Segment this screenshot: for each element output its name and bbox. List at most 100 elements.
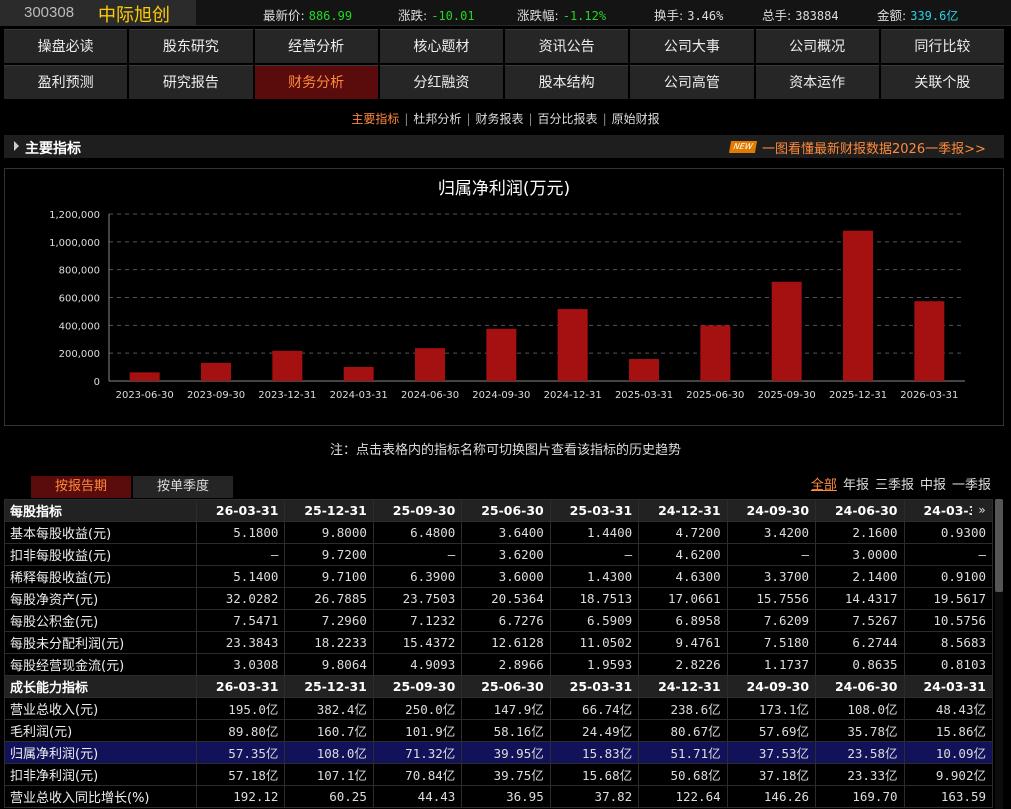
subnav-item[interactable]: 原始财报 bbox=[608, 110, 664, 127]
table-row[interactable]: 稀释每股收益(元) 5.1400 9.7100 6.3900 3.6000 1.4300 4… bbox=[4, 565, 993, 588]
chart-bar bbox=[343, 366, 374, 381]
table-row[interactable]: 营业总收入同比增长(%) 192.12 60.25 44.43 36.95 37.82 12… bbox=[4, 785, 993, 808]
indicator-value: 0.8635 bbox=[815, 653, 905, 676]
indicator-name[interactable]: 基本每股收益(元) bbox=[4, 521, 197, 544]
indicator-value: 3.0000 bbox=[815, 543, 905, 566]
table-row[interactable]: 营业总收入(元) 195.0亿 382.4亿 250.0亿 147.9亿 66.74亿 23… bbox=[4, 697, 993, 720]
nav-item[interactable]: 经营分析 bbox=[254, 29, 378, 63]
period-date: 24-06-30 bbox=[815, 499, 905, 522]
subnav-item[interactable]: 财务报表 bbox=[471, 110, 527, 127]
expand-triangle-icon[interactable] bbox=[14, 141, 19, 151]
indicator-name[interactable]: 毛利润(元) bbox=[4, 719, 197, 742]
x-tick-label: 2024-12-31 bbox=[544, 390, 602, 401]
indicator-value: 14.4317 bbox=[815, 587, 905, 610]
period-date: 26-03-31 bbox=[195, 675, 286, 698]
period-date: 25-03-31 bbox=[549, 675, 640, 698]
nav-row-1: 操盘必读 股东研究 经营分析 核心题材 资讯公告 公司大事 公司概况 同行比较 bbox=[4, 29, 1004, 63]
nav-item[interactable]: 公司概况 bbox=[755, 29, 879, 63]
indicator-name[interactable]: 扣非净利润(元) bbox=[4, 763, 197, 786]
scrollbar-thumb[interactable] bbox=[995, 499, 1003, 592]
y-tick-label: 200,000 bbox=[59, 349, 100, 360]
subnav-item[interactable]: 杜邦分析 bbox=[409, 110, 465, 127]
nav-item[interactable]: 资本运作 bbox=[755, 65, 879, 99]
indicator-name[interactable]: 营业总收入(元) bbox=[4, 697, 197, 720]
y-tick-label: 1,200,000 bbox=[49, 210, 100, 221]
nav-item[interactable]: 股本结构 bbox=[505, 65, 629, 99]
indicator-value: 15.7556 bbox=[726, 587, 817, 610]
period-tab[interactable]: 按报告期 bbox=[31, 476, 131, 498]
y-tick-label: 600,000 bbox=[59, 294, 100, 305]
table-row[interactable]: 扣非净利润(元) 57.18亿 107.1亿 70.84亿 39.75亿 15.68亿 50… bbox=[4, 763, 993, 786]
section-name: 每股指标 bbox=[4, 499, 197, 522]
filter-option[interactable]: 一季报 bbox=[952, 478, 991, 493]
filter-option[interactable]: 年报 bbox=[843, 478, 869, 493]
period-date: 24-06-30 bbox=[815, 675, 905, 698]
indicator-value: 58.16亿 bbox=[461, 719, 551, 742]
new-badge: NEW bbox=[728, 141, 758, 153]
indicator-value: 15.4372 bbox=[372, 631, 463, 654]
indicator-name[interactable]: 每股经营现金流(元) bbox=[4, 653, 197, 676]
indicator-value: 3.6200 bbox=[461, 543, 551, 566]
nav-item[interactable]: 公司大事 bbox=[630, 29, 754, 63]
indicator-name[interactable]: 营业总收入同比增长(%) bbox=[4, 785, 197, 808]
x-tick-label: 2025-09-30 bbox=[758, 390, 816, 401]
nav-item[interactable]: 财务分析 bbox=[254, 65, 378, 99]
indicator-value: 36.95 bbox=[461, 785, 551, 808]
indicator-name[interactable]: 每股净资产(元) bbox=[4, 587, 197, 610]
quote-value: -10.01 bbox=[431, 9, 475, 23]
report-promo-link[interactable]: 一图看懂最新财报数据2026一季报>> bbox=[762, 138, 986, 157]
indicator-value: 7.5267 bbox=[815, 609, 905, 632]
filter-option[interactable]: 中报 bbox=[920, 478, 946, 493]
indicator-value: 89.80亿 bbox=[195, 719, 286, 742]
x-tick-label: 2024-06-30 bbox=[401, 390, 459, 401]
indicator-name[interactable]: 每股未分配利润(元) bbox=[4, 631, 197, 654]
indicator-value: 50.68亿 bbox=[638, 763, 728, 786]
indicator-value: 0.9300 bbox=[903, 521, 993, 544]
indicator-value: 3.6400 bbox=[461, 521, 551, 544]
indicator-value: 238.6亿 bbox=[638, 697, 728, 720]
nav-item[interactable]: 公司高管 bbox=[630, 65, 754, 99]
indicator-name[interactable]: 归属净利润(元) bbox=[4, 741, 197, 764]
table-row[interactable]: 归属净利润(元) 57.35亿 108.0亿 71.32亿 39.95亿 15.83亿 51… bbox=[4, 741, 993, 764]
nav-item[interactable]: 分红融资 bbox=[379, 65, 503, 99]
indicator-name[interactable]: 每股公积金(元) bbox=[4, 609, 197, 632]
nav-item[interactable]: 研究报告 bbox=[129, 65, 253, 99]
table-row[interactable]: 基本每股收益(元) 5.1800 9.8000 6.4800 3.6400 1.4400 4… bbox=[4, 521, 993, 544]
indicator-name[interactable]: 扣非每股收益(元) bbox=[4, 543, 197, 566]
indicator-value: 26.7885 bbox=[284, 587, 374, 610]
period-tab[interactable]: 按单季度 bbox=[133, 476, 233, 498]
nav-item[interactable]: 关联个股 bbox=[880, 65, 1004, 99]
nav-item[interactable]: 同行比较 bbox=[880, 29, 1004, 63]
filter-option[interactable]: 全部 bbox=[811, 478, 837, 493]
indicator-value: 147.9亿 bbox=[461, 697, 551, 720]
nav-item[interactable]: 操盘必读 bbox=[4, 29, 128, 63]
table-row[interactable]: 每股经营现金流(元) 3.0308 9.8064 4.9093 2.8966 1.9593… bbox=[4, 653, 993, 676]
indicator-name[interactable]: 稀释每股收益(元) bbox=[4, 565, 197, 588]
table-row[interactable]: 每股净资产(元) 32.0282 26.7885 23.7503 20.5364 18.7… bbox=[4, 587, 993, 610]
report-filter: 全部 年报 三季报 中报 一季报 bbox=[805, 474, 991, 493]
more-columns-icon[interactable]: » bbox=[972, 500, 992, 520]
table-row[interactable]: 毛利润(元) 89.80亿 160.7亿 101.9亿 58.16亿 24.49亿 80.6… bbox=[4, 719, 993, 742]
chart-bar bbox=[486, 328, 517, 381]
subnav-item[interactable]: 百分比报表 bbox=[534, 110, 602, 127]
table-row[interactable]: 每股公积金(元) 7.5471 7.2960 7.1232 6.7276 6.5909 6.… bbox=[4, 609, 993, 632]
scrollbar[interactable] bbox=[995, 499, 1003, 809]
indicator-value: 24.49亿 bbox=[549, 719, 640, 742]
x-tick-label: 2023-12-31 bbox=[258, 390, 316, 401]
nav-item[interactable]: 资讯公告 bbox=[505, 29, 629, 63]
period-date: 25-09-30 bbox=[372, 675, 463, 698]
filter-option[interactable]: 三季报 bbox=[875, 478, 914, 493]
nav-item[interactable]: 股东研究 bbox=[129, 29, 253, 63]
indicator-value: 20.5364 bbox=[461, 587, 551, 610]
nav-item[interactable]: 核心题材 bbox=[379, 29, 503, 63]
table-section-header: 成长能力指标 26-03-31 25-12-31 25-09-30 25-06-30 25… bbox=[4, 675, 993, 698]
subnav-item[interactable]: 主要指标 bbox=[347, 110, 403, 127]
table-row[interactable]: 每股未分配利润(元) 23.3843 18.2233 15.4372 12.6128 11… bbox=[4, 631, 993, 654]
indicator-value: 108.0亿 bbox=[284, 741, 374, 764]
x-tick-label: 2023-06-30 bbox=[116, 390, 174, 401]
table-row[interactable]: 扣非每股收益(元) —9.7200—3.6200—4.6200—3.0000— bbox=[4, 543, 993, 566]
y-tick-label: 800,000 bbox=[59, 266, 100, 277]
nav-item[interactable]: 盈利预测 bbox=[4, 65, 128, 99]
x-tick-label: 2025-03-31 bbox=[615, 390, 673, 401]
indicator-value: 9.8000 bbox=[284, 521, 374, 544]
